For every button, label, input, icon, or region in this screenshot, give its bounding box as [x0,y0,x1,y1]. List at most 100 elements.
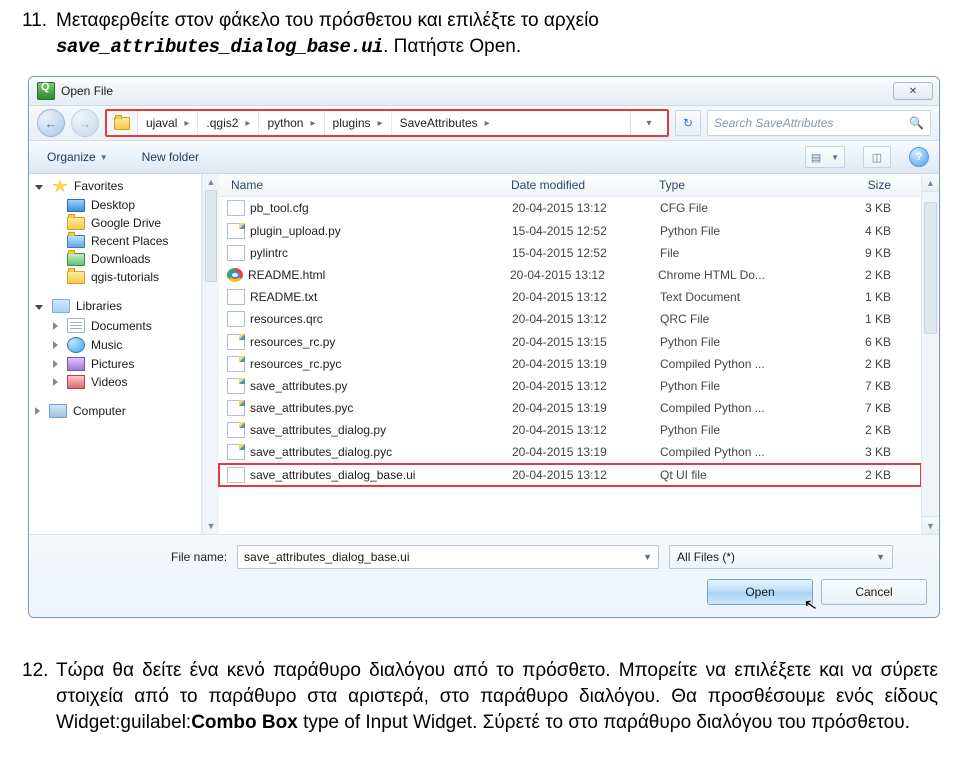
file-row[interactable]: save_attributes_dialog_base.ui20-04-2015… [219,464,921,486]
file-date: 20-04-2015 13:12 [512,312,660,326]
file-size: 2 KB [802,423,921,437]
sidebar-item-documents[interactable]: Documents [29,316,201,335]
file-row[interactable]: save_attributes_dialog.py20-04-2015 13:1… [219,419,921,441]
new-folder-button[interactable]: New folder [134,147,207,167]
sidebar-item-downloads[interactable]: Downloads [29,250,201,268]
list-scrollbar[interactable]: ▲ ▼ [921,174,939,534]
sidebar-item-music[interactable]: Music [29,335,201,355]
cursor-icon: ↖ [802,594,819,616]
file-row[interactable]: README.txt20-04-2015 13:12Text Document1… [219,286,921,308]
cancel-button[interactable]: Cancel [821,579,927,605]
back-button[interactable]: ← [37,109,65,137]
file-icon [227,400,245,416]
file-type: File [660,246,802,260]
sidebar-item-qgis[interactable]: qgis-tutorials [29,268,201,286]
open-file-dialog: Open File ✕ ← → ujaval .qgis2 python plu… [28,76,940,618]
pictures-icon [67,357,85,371]
breadcrumb-root-icon[interactable] [107,111,137,135]
file-row[interactable]: resources_rc.pyc20-04-2015 13:19Compiled… [219,353,921,375]
file-row[interactable]: pb_tool.cfg20-04-2015 13:12CFG File3 KB [219,197,921,219]
filename-input[interactable]: save_attributes_dialog_base.ui ▼ [237,545,659,569]
file-icon [227,356,245,372]
col-date[interactable]: Date modified [511,178,659,192]
list-header[interactable]: Name Date modified Type Size [219,174,921,197]
navbar: ← → ujaval .qgis2 python plugins SaveAtt… [29,106,939,141]
file-type: Compiled Python ... [660,357,802,371]
file-icon [227,311,245,327]
close-button[interactable]: ✕ [893,82,933,100]
file-row[interactable]: save_attributes.pyc20-04-2015 13:19Compi… [219,397,921,419]
sidebar-item-desktop[interactable]: Desktop [29,196,201,214]
file-icon [227,334,245,350]
file-row[interactable]: plugin_upload.py15-04-2015 12:52Python F… [219,219,921,241]
titlebar: Open File ✕ [29,77,939,106]
sidebar-favorites[interactable]: Favorites [29,176,201,196]
videos-icon [67,375,85,389]
chevron-down-icon [35,185,43,190]
sidebar-libraries[interactable]: Libraries [29,296,201,316]
sidebar-item-pictures[interactable]: Pictures [29,355,201,373]
file-type: Qt UI file [660,468,802,482]
col-size[interactable]: Size [801,178,921,192]
filetype-filter[interactable]: All Files (*) ▼ [669,545,893,569]
folder-icon [67,235,85,248]
breadcrumb-seg[interactable]: SaveAttributes [391,111,498,135]
file-size: 7 KB [802,401,921,415]
sidebar-item-recent[interactable]: Recent Places [29,232,201,250]
forward-button[interactable]: → [71,109,99,137]
search-input[interactable]: Search SaveAttributes 🔍 [707,110,931,136]
file-name: resources_rc.py [250,335,512,349]
file-row[interactable]: save_attributes.py20-04-2015 13:12Python… [219,375,921,397]
file-icon [227,378,245,394]
file-date: 20-04-2015 13:12 [512,423,660,437]
breadcrumb[interactable]: ujaval .qgis2 python plugins SaveAttribu… [105,109,669,137]
chevron-down-icon: ▼ [876,552,885,562]
dialog-footer: File name: save_attributes_dialog_base.u… [29,534,939,617]
open-button[interactable]: Open [707,579,813,605]
file-type: Compiled Python ... [660,445,802,459]
file-size: 4 KB [802,224,921,238]
chevron-right-icon [53,378,58,386]
col-name[interactable]: Name [219,178,511,192]
col-type[interactable]: Type [659,178,801,192]
file-icon [227,223,245,239]
sidebar-computer[interactable]: Computer [29,401,201,421]
file-date: 20-04-2015 13:15 [512,335,660,349]
folder-icon [67,217,85,230]
preview-pane-button[interactable]: ◫ [863,146,891,168]
breadcrumb-seg[interactable]: .qgis2 [197,111,258,135]
file-icon [227,268,243,282]
file-size: 2 KB [800,268,921,282]
file-date: 20-04-2015 13:12 [512,290,660,304]
help-icon[interactable]: ? [909,147,929,167]
view-mode-button[interactable]: ▤▼ [805,146,845,168]
file-name: pb_tool.cfg [250,201,512,215]
file-row[interactable]: resources.qrc20-04-2015 13:12QRC File1 K… [219,308,921,330]
file-row[interactable]: save_attributes_dialog.pyc20-04-2015 13:… [219,441,921,463]
file-icon [227,444,245,460]
file-size: 3 KB [802,445,921,459]
breadcrumb-dropdown[interactable]: ▾ [630,111,667,135]
chevron-down-icon[interactable]: ▼ [643,552,652,562]
breadcrumb-seg[interactable]: python [258,111,323,135]
sidebar-scrollbar[interactable]: ▲ ▼ [202,174,219,534]
instruction-number: 11. [22,8,56,60]
file-row[interactable]: resources_rc.py20-04-2015 13:15Python Fi… [219,330,921,352]
chevron-down-icon [35,305,43,310]
sidebar-item-gdrive[interactable]: Google Drive [29,214,201,232]
file-row[interactable]: README.html20-04-2015 13:12Chrome HTML D… [219,264,921,286]
instruction-number: 12. [22,658,56,735]
file-row[interactable]: pylintrc15-04-2015 12:52File9 KB [219,242,921,264]
file-date: 20-04-2015 13:12 [510,268,658,282]
breadcrumb-seg[interactable]: plugins [324,111,391,135]
file-type: QRC File [660,312,802,326]
chevron-right-icon [53,341,58,349]
sidebar: Favorites Desktop Google Drive Recent Pl… [29,174,202,534]
organize-menu[interactable]: Organize▼ [39,147,116,167]
breadcrumb-seg[interactable]: ujaval [137,111,197,135]
file-type: Compiled Python ... [660,401,802,415]
file-name: save_attributes.py [250,379,512,393]
sidebar-item-videos[interactable]: Videos [29,373,201,391]
refresh-button[interactable]: ↻ [675,110,701,136]
file-name: save_attributes_dialog.pyc [250,445,512,459]
